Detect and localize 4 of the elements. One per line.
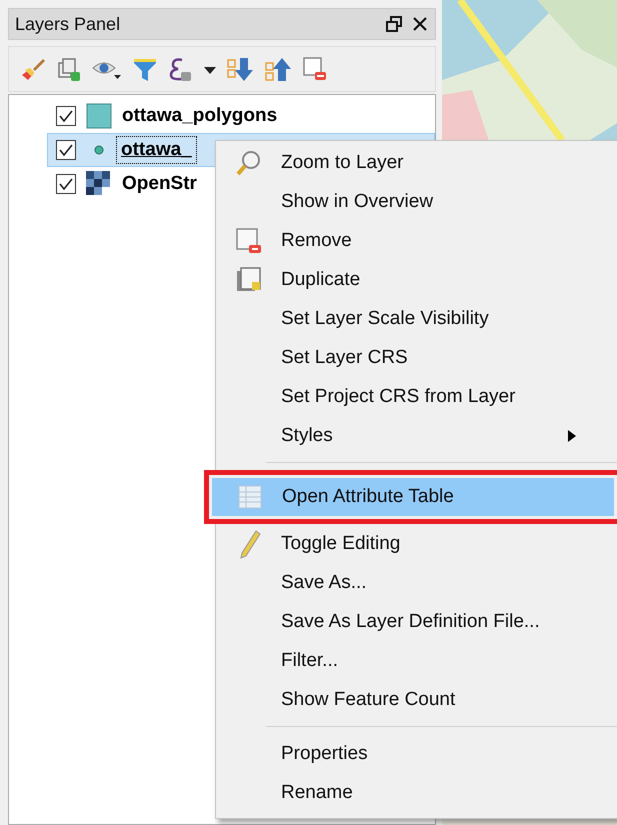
panel-title: Layers Panel	[15, 14, 122, 34]
layer-name: OpenStr	[122, 173, 197, 195]
layer-name: ottawa_polygons	[122, 105, 278, 127]
layer-name: ottawa_	[117, 137, 196, 163]
